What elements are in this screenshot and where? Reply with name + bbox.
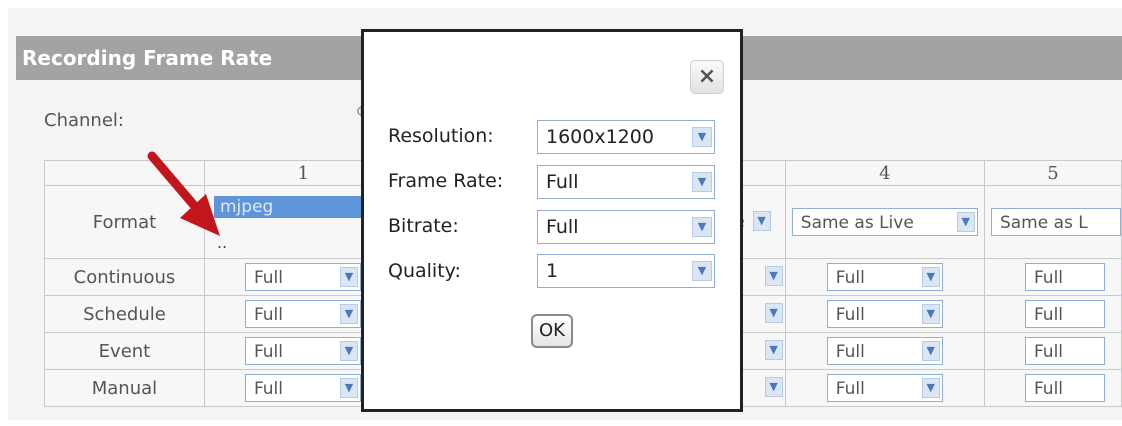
chevron-down-icon: ▼ <box>692 261 712 281</box>
chevron-down-icon: ▼ <box>752 211 771 231</box>
cell: Full <box>983 295 1122 333</box>
rate-select[interactable]: Full ▼ <box>826 374 943 402</box>
quality-label: Quality: <box>388 260 461 282</box>
chevron-down-icon: ▼ <box>764 377 783 397</box>
rate-select[interactable]: Full ▼ <box>244 374 361 402</box>
cell: Full ▼ <box>784 295 985 333</box>
quality-select[interactable]: 1 ▼ <box>537 254 715 288</box>
row-label: Continuous <box>44 258 205 296</box>
rate-select[interactable]: Full <box>1024 263 1105 291</box>
chevron-down-icon: ▼ <box>692 127 712 147</box>
rate-select[interactable]: Full <box>1024 337 1105 365</box>
channel-label: Channel: <box>44 110 124 131</box>
chevron-down-icon: ▼ <box>921 378 940 398</box>
rate-select[interactable]: Full ▼ <box>826 300 943 328</box>
format-select-4[interactable]: Same as Live ▼ <box>791 208 978 236</box>
bitrate-label: Bitrate: <box>388 215 459 237</box>
ok-button[interactable]: OK <box>531 314 573 348</box>
row-label: Schedule <box>44 295 205 333</box>
rate-select-partial[interactable]: ▼ <box>755 337 785 365</box>
rate-select[interactable]: Full ▼ <box>244 300 361 328</box>
rate-select-partial[interactable]: ▼ <box>755 374 785 402</box>
chevron-down-icon: ▼ <box>921 304 940 324</box>
format-select-3-arrow[interactable]: ▼ <box>751 208 773 236</box>
cell: Full <box>983 369 1122 407</box>
chevron-down-icon: ▼ <box>921 267 940 287</box>
row-label: Manual <box>44 369 205 407</box>
rate-select[interactable]: Full ▼ <box>826 337 943 365</box>
cell: Full ▼ <box>784 258 985 296</box>
rate-select[interactable]: Full ▼ <box>244 263 361 291</box>
cell: Full ▼ <box>784 332 985 370</box>
column-header-5: 5 <box>983 160 1122 186</box>
rate-select[interactable]: Full ▼ <box>826 263 943 291</box>
chevron-down-icon: ▼ <box>339 267 358 287</box>
cell: Full <box>983 258 1122 296</box>
cell: Full <box>983 332 1122 370</box>
chevron-down-icon: ▼ <box>339 341 358 361</box>
framerate-label: Frame Rate: <box>388 170 504 192</box>
chevron-down-icon: ▼ <box>764 303 783 323</box>
close-button[interactable]: × <box>690 60 724 94</box>
rate-select[interactable]: Full ▼ <box>244 337 361 365</box>
row-label: Event <box>44 332 205 370</box>
format-option-highlighted[interactable]: mjpeg <box>214 196 364 218</box>
resolution-select[interactable]: 1600x1200 ▼ <box>537 120 715 154</box>
rate-select[interactable]: Full <box>1024 300 1105 328</box>
framerate-select[interactable]: Full ▼ <box>537 165 715 199</box>
red-arrow-icon <box>147 151 220 236</box>
column-header-4: 4 <box>784 160 985 186</box>
chevron-down-icon: ▼ <box>692 217 712 237</box>
chevron-down-icon: ▼ <box>339 304 358 324</box>
rate-select-partial[interactable]: ▼ <box>755 263 785 291</box>
bitrate-select[interactable]: Full ▼ <box>537 210 715 244</box>
chevron-down-icon: ▼ <box>921 341 940 361</box>
resolution-label: Resolution: <box>388 125 494 147</box>
frame-rate-dialog: × Resolution: 1600x1200 ▼ Frame Rate: Ful… <box>361 29 743 412</box>
rate-select-partial[interactable]: ▼ <box>755 300 785 328</box>
format-cell-5: Same as L <box>983 185 1122 259</box>
format-select-5[interactable]: Same as L <box>990 208 1121 236</box>
chevron-down-icon: ▼ <box>764 340 783 360</box>
chevron-down-icon: ▼ <box>339 378 358 398</box>
chevron-down-icon: ▼ <box>764 266 783 286</box>
chevron-down-icon: ▼ <box>692 172 712 192</box>
rate-select[interactable]: Full <box>1024 374 1105 402</box>
chevron-down-icon: ▼ <box>956 212 975 232</box>
format-cell-4: Same as Live ▼ <box>784 185 985 259</box>
cell: Full ▼ <box>784 369 985 407</box>
